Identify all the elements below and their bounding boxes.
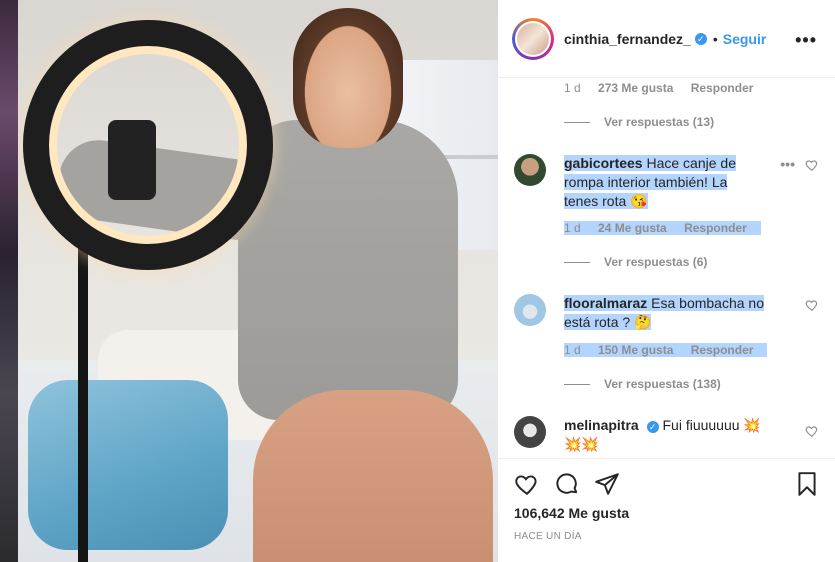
view-replies-label: Ver respuestas (6) <box>604 255 708 269</box>
background-feed <box>0 0 18 562</box>
comment-age: 1 d <box>564 343 581 357</box>
comment-age: 1 d <box>564 221 581 235</box>
photo-person-legs <box>253 390 493 562</box>
reply-button[interactable]: Responder <box>691 343 754 357</box>
follow-button[interactable]: Seguir <box>723 31 767 47</box>
view-replies-label: Ver respuestas (138) <box>604 377 721 391</box>
view-replies-button[interactable]: Ver respuestas (13) <box>564 115 714 129</box>
comment-item: flooralmaraz Esa bombacha no está rota ?… <box>514 294 819 344</box>
comment-likes[interactable]: 24 Me gusta <box>598 221 667 235</box>
comment-body: melinapitra ✓ Fui fiuuuuuu 💥💥💥 <box>564 416 764 454</box>
commenter-username[interactable]: melinapitra <box>564 417 639 433</box>
comment-item: melinapitra ✓ Fui fiuuuuuu 💥💥💥 <box>514 416 819 458</box>
like-comment-heart-icon[interactable] <box>805 158 819 172</box>
comment-age: 1 d <box>564 81 581 95</box>
commenter-username[interactable]: flooralmaraz <box>564 295 647 311</box>
verified-badge-icon: ✓ <box>694 32 707 45</box>
post-side-panel: cinthia_fernandez_ ✓ • Seguir ••• 1 d 27… <box>498 0 835 562</box>
comment-options-icon[interactable]: ••• <box>780 156 795 172</box>
comments-list[interactable]: 1 d 273 Me gusta Responder Ver respuesta… <box>498 78 835 458</box>
header-separator: • <box>712 30 718 47</box>
post-header: cinthia_fernandez_ ✓ • Seguir ••• <box>498 0 835 78</box>
verified-badge-icon: ✓ <box>646 421 659 433</box>
view-replies-label: Ver respuestas (13) <box>604 115 715 129</box>
comment-meta: 1 d 150 Me gusta Responder <box>564 343 768 357</box>
comment-likes[interactable]: 273 Me gusta <box>598 81 673 95</box>
commenter-avatar[interactable] <box>514 294 546 326</box>
photo-person-head <box>293 8 403 148</box>
post-likes-count[interactable]: 106,642 Me gusta <box>514 505 629 521</box>
view-replies-button[interactable]: Ver respuestas (138) <box>564 377 721 391</box>
like-comment-heart-icon[interactable] <box>805 424 819 438</box>
author-avatar-image <box>517 22 549 55</box>
instagram-post-modal: cinthia_fernandez_ ✓ • Seguir ••• 1 d 27… <box>0 0 835 562</box>
comment-meta: 1 d 273 Me gusta Responder <box>564 81 767 95</box>
comment-likes[interactable]: 150 Me gusta <box>598 343 673 357</box>
post-timestamp[interactable]: HACE UN DÍA <box>514 531 582 542</box>
view-replies-button[interactable]: Ver respuestas (6) <box>564 255 707 269</box>
commenter-avatar[interactable] <box>514 154 546 186</box>
comment-body: gabicortees Hace canje de rompa interior… <box>564 154 764 211</box>
commenter-avatar[interactable] <box>514 416 546 448</box>
more-options-icon[interactable]: ••• <box>795 30 817 51</box>
comment-meta: 1 d 24 Me gusta Responder <box>564 221 761 235</box>
post-actions: 106,642 Me gusta HACE UN DÍA <box>498 458 835 562</box>
comment-bubble-icon[interactable] <box>554 471 580 497</box>
reply-button[interactable]: Responder <box>691 81 754 95</box>
share-paper-plane-icon[interactable] <box>594 471 620 497</box>
photo-phone-holder <box>108 120 156 200</box>
photo-tripod-pole <box>78 240 88 562</box>
author-avatar[interactable] <box>512 17 554 60</box>
like-heart-icon[interactable] <box>514 471 540 497</box>
comment-body: flooralmaraz Esa bombacha no está rota ?… <box>564 294 764 332</box>
photo-pillow-blue <box>28 380 228 550</box>
save-bookmark-icon[interactable] <box>794 471 820 497</box>
commenter-username[interactable]: gabicortees <box>564 155 643 171</box>
like-comment-heart-icon[interactable] <box>805 298 819 312</box>
reply-button[interactable]: Responder <box>684 221 747 235</box>
author-username[interactable]: cinthia_fernandez_ <box>564 31 691 47</box>
post-photo[interactable] <box>18 0 498 562</box>
